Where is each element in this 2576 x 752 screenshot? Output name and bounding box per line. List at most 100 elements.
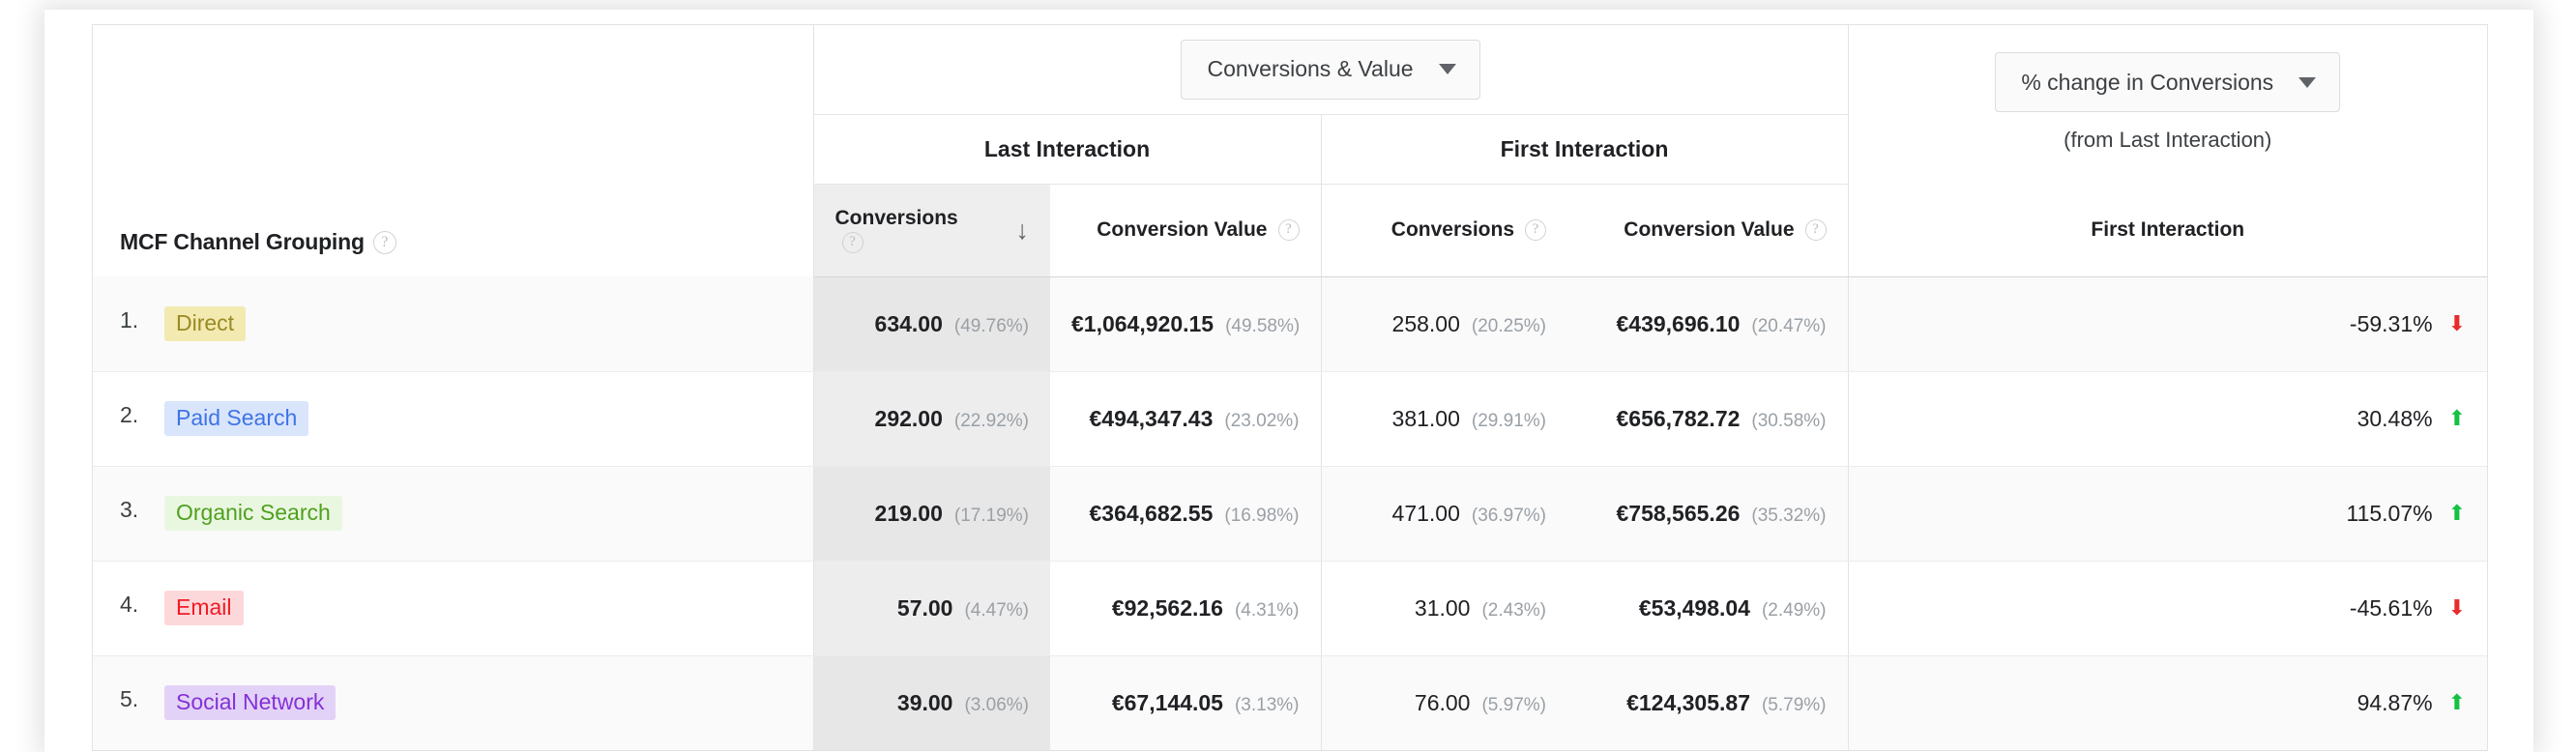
data-table: MCF Channel Grouping? Conversions & Valu… [93,25,2488,751]
last-conversion-value: €67,144.05 [1111,689,1223,715]
last-conversion-value: €364,682.55 [1089,500,1214,526]
first-conversions-percent: (20.25%) [1471,315,1546,336]
first-conversions-value: 471.00 [1391,500,1460,526]
dimension-header-cell[interactable]: MCF Channel Grouping? [93,25,814,276]
table-row[interactable]: 3. Organic Search 219.00 (17.19%) €364,682… [93,466,2488,562]
first-conversion-value-percent: (5.79%) [1761,694,1827,715]
last-conversion-value-cell: €1,064,920.15 (49.58%) [1050,276,1322,372]
row-rank: 4. [120,592,139,618]
group-header-first-interaction-label: First Interaction [1500,135,1669,161]
sort-descending-icon[interactable]: ↓ [1016,217,1030,244]
column-header-last-conversions[interactable]: Conversions ? ↓ [813,184,1050,277]
first-conversions-cell: 31.00 (2.43%) [1321,561,1567,656]
column-header-change-first-interaction[interactable]: First Interaction [1848,184,2488,277]
trend-icon: ⬆ [2447,405,2467,430]
first-conversions-percent: (5.97%) [1481,694,1546,715]
first-conversions-value: 76.00 [1414,689,1471,715]
table-row[interactable]: 1. Direct 634.00 (49.76%) €1,064,920.15 (49… [93,276,2488,372]
row-rank: 5. [120,686,139,712]
mcf-channel-grouping-table: MCF Channel Grouping? Conversions & Valu… [92,24,2488,751]
column-header-first-conversions[interactable]: Conversions ? [1321,184,1567,277]
table-body: 1. Direct 634.00 (49.76%) €1,064,920.15 (49… [93,276,2488,751]
trend-icon: ⬆ [2447,500,2467,525]
column-header-change-label: First Interaction [2091,217,2245,241]
last-conversions-cell: 219.00 (17.19%) [813,466,1050,562]
channel-cell: 2. Paid Search [93,371,814,467]
first-conversions-value: 381.00 [1391,405,1460,431]
last-conversion-value-percent: (16.98%) [1224,505,1300,526]
table-row[interactable]: 5. Social Network 39.00 (3.06%) €67,144.05… [93,655,2488,751]
first-conversion-value: €439,696.10 [1616,310,1741,336]
first-conversions-percent: (29.91%) [1471,410,1546,431]
change-cell: -59.31% ⬇ [1848,276,2488,372]
channel-cell: 4. Email [93,561,814,656]
last-conversions-value: 292.00 [874,405,943,431]
first-conversion-value-percent: (20.47%) [1751,315,1827,336]
first-conversion-value-cell: €656,782.72 (30.58%) [1567,371,1849,467]
change-metric-dropdown[interactable]: % change in Conversions [1995,52,2341,112]
column-header-first-conversion-value[interactable]: Conversion Value ? [1567,184,1849,277]
first-conversion-value-cell: €53,498.04 (2.49%) [1567,561,1849,656]
column-header-last-conversion-value[interactable]: Conversion Value ? [1050,184,1322,277]
first-conversions-cell: 76.00 (5.97%) [1321,655,1567,751]
last-conversion-value-cell: €92,562.16 (4.31%) [1050,561,1322,656]
channel-chip[interactable]: Social Network [164,684,337,721]
column-header-first-conversion-value-label: Conversion Value [1624,218,1795,241]
channel-chip[interactable]: Organic Search [164,495,342,532]
help-icon[interactable]: ? [1804,219,1827,241]
first-conversion-value-cell: €439,696.10 (20.47%) [1567,276,1849,372]
channel-chip[interactable]: Paid Search [164,400,309,437]
dimension-header-label: MCF Channel Grouping [120,229,365,254]
chevron-down-icon [2298,76,2317,88]
column-header-first-conversions-label: Conversions [1390,218,1514,241]
table-row[interactable]: 4. Email 57.00 (4.47%) €92,562.16 (4.31%) 3… [93,561,2488,656]
header-row-selectors: MCF Channel Grouping? Conversions & Valu… [93,25,2487,276]
last-conversions-cell: 292.00 (22.92%) [813,371,1050,467]
channel-cell: 1. Direct [93,276,814,372]
help-icon[interactable]: ? [1525,219,1546,241]
first-conversion-value: €656,782.72 [1616,405,1741,431]
help-icon[interactable]: ? [372,230,396,254]
last-conversions-percent: (17.19%) [953,505,1029,526]
last-conversions-percent: (4.47%) [964,599,1029,621]
help-icon[interactable]: ? [1277,219,1300,241]
screenshot-root: MCF Channel Grouping? Conversions & Valu… [0,0,2576,752]
first-conversion-value: €758,565.26 [1616,500,1741,526]
metric-group-dropdown-label: Conversions & Value [1207,56,1414,82]
row-rank: 3. [120,497,139,523]
metric-group-dropdown[interactable]: Conversions & Value [1181,39,1480,100]
channel-cell: 5. Social Network [93,655,814,751]
change-cell: -45.61% ⬇ [1848,561,2488,656]
table-row[interactable]: 2. Paid Search 292.00 (22.92%) €494,347.43… [93,371,2488,467]
first-conversion-value: €124,305.87 [1626,689,1750,715]
last-conversions-percent: (49.76%) [953,315,1029,336]
trend-icon: ⬇ [2447,310,2467,335]
column-header-last-conversions-label: Conversions [834,207,958,229]
last-conversion-value-percent: (23.02%) [1224,410,1300,431]
last-conversion-value: €1,064,920.15 [1071,310,1215,336]
change-value: -45.61% [2349,594,2433,621]
first-conversions-value: 31.00 [1414,594,1471,621]
change-value: 115.07% [2346,500,2433,526]
channel-chip[interactable]: Direct [164,305,247,341]
change-value: 30.48% [2356,405,2433,431]
last-conversion-value: €92,562.16 [1111,594,1223,621]
help-icon[interactable]: ? [841,232,864,253]
first-conversions-percent: (36.97%) [1471,505,1546,526]
first-conversion-value-percent: (35.32%) [1751,505,1827,526]
first-conversions-percent: (2.43%) [1481,599,1546,621]
channel-cell: 3. Organic Search [93,466,814,562]
channel-chip[interactable]: Email [164,590,244,626]
group-header-first-interaction: First Interaction [1321,114,1849,185]
last-conversions-value: 57.00 [896,594,953,621]
first-conversions-cell: 471.00 (36.97%) [1321,466,1567,562]
first-conversion-value-cell: €124,305.87 (5.79%) [1567,655,1849,751]
group-header-last-interaction-label: Last Interaction [983,135,1151,161]
change-cell: 115.07% ⬆ [1848,466,2488,562]
last-conversion-value-percent: (3.13%) [1234,694,1300,715]
first-conversions-cell: 381.00 (29.91%) [1321,371,1567,467]
last-conversion-value-cell: €364,682.55 (16.98%) [1050,466,1322,562]
last-conversion-value-percent: (49.58%) [1225,315,1301,336]
first-conversion-value: €53,498.04 [1638,594,1750,621]
last-conversions-cell: 634.00 (49.76%) [813,276,1050,372]
